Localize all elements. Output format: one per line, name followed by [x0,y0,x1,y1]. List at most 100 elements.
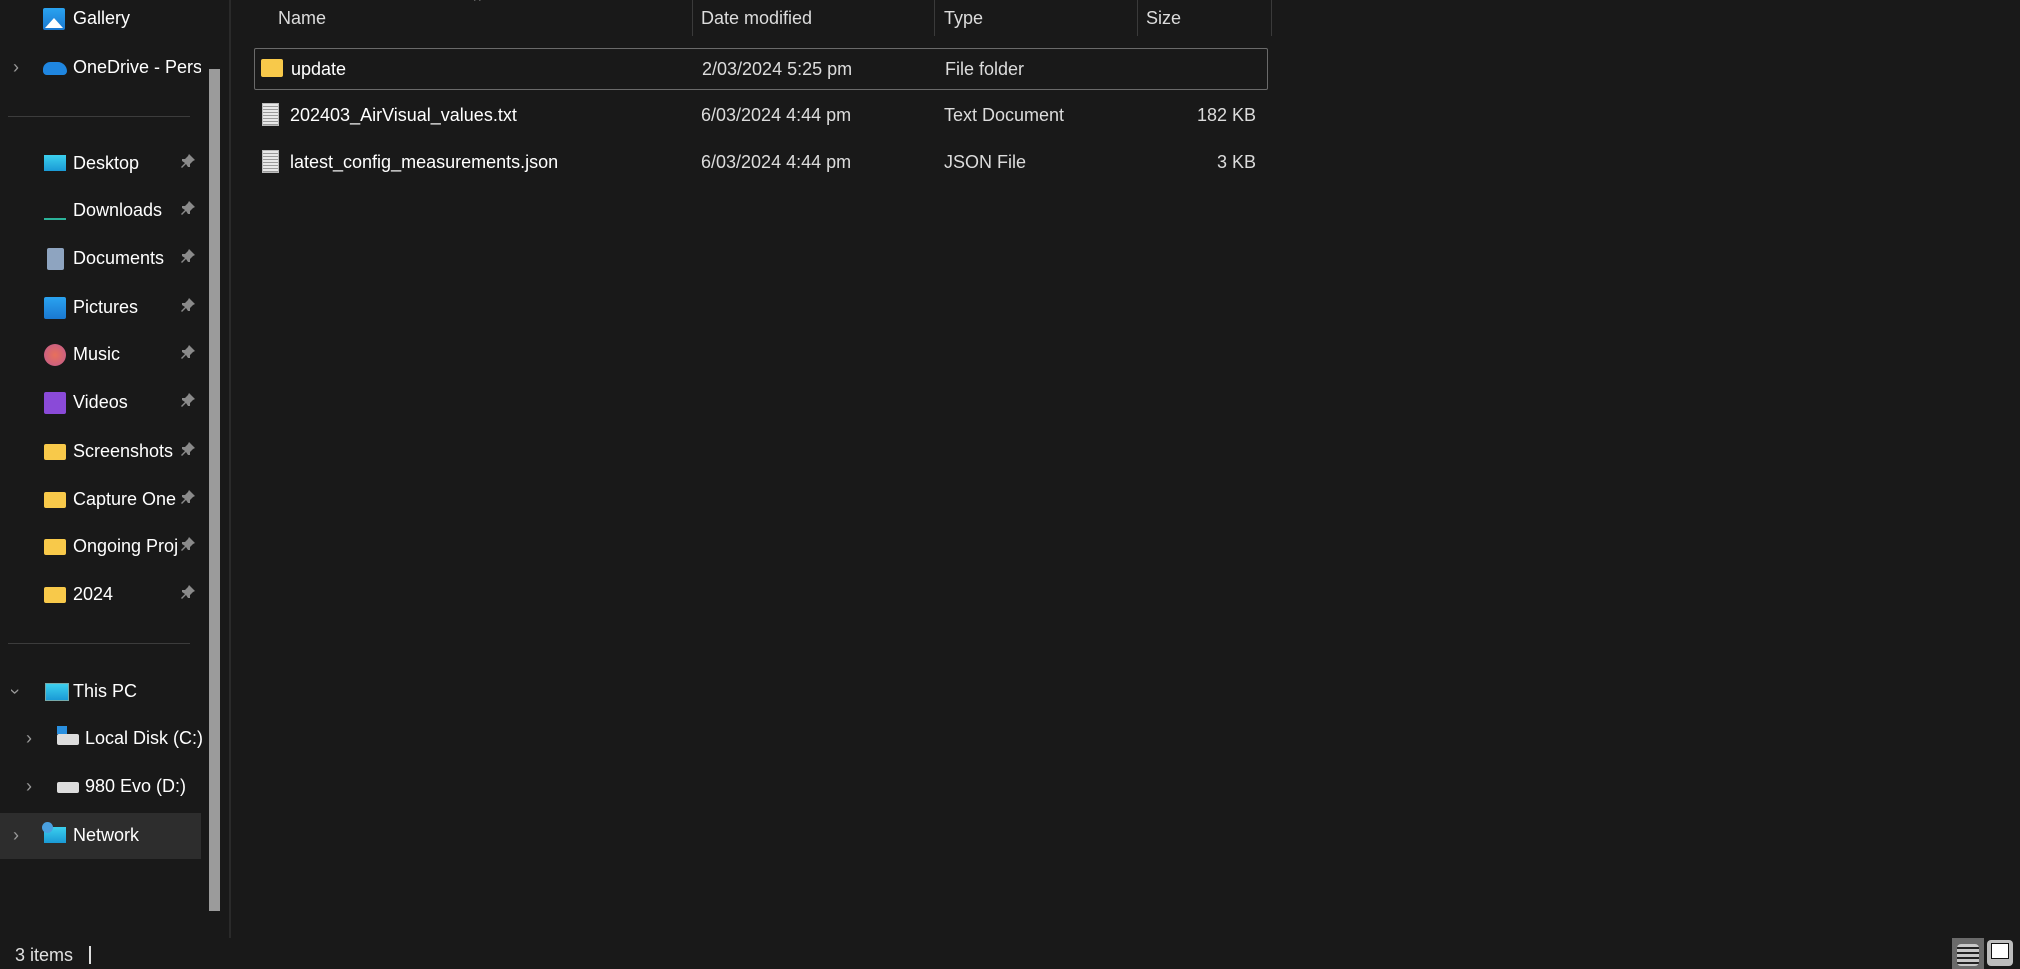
pin-icon[interactable] [180,248,198,266]
column-divider[interactable] [692,0,693,36]
file-type: File folder [945,59,1025,79]
desktop-icon [44,155,66,171]
divider [8,116,190,117]
divider [8,643,190,644]
gallery-icon [43,8,65,30]
nav-label: Downloads [73,200,163,220]
pin-icon[interactable] [180,584,198,602]
nav-label: Screenshots [73,441,174,461]
nav-item-quick-access[interactable]: Pictures [0,285,201,331]
folder-icon [44,444,66,460]
nav-item-gallery[interactable]: Gallery [0,0,201,42]
file-date: 6/03/2024 4:44 pm [701,105,852,125]
folder-icon [44,587,66,603]
file-date: 6/03/2024 4:44 pm [701,152,852,172]
nav-label: 980 Evo (D:) [85,776,187,796]
status-item-count: 3 items [15,945,74,965]
pin-icon[interactable] [180,344,198,362]
nav-item-this-pc[interactable]: › This PC [0,669,201,715]
details-view-button[interactable] [1952,938,1984,969]
column-header-name[interactable]: Name [278,8,326,29]
pin-icon[interactable] [180,489,198,507]
nav-label: Ongoing Projects [73,536,178,556]
nav-item-onedrive[interactable]: › OneDrive - Personal [0,45,201,91]
column-divider[interactable] [1271,0,1272,36]
videos-icon [44,392,66,414]
pin-icon[interactable] [180,297,198,315]
text-file-icon [262,150,279,173]
chevron-right-icon[interactable]: › [13,57,19,78]
file-type: Text Document [944,105,1065,125]
thumbnail-view-icon [1991,943,2009,959]
nav-label: Documents [73,248,165,268]
column-divider[interactable] [934,0,935,36]
file-type: JSON File [944,152,1027,172]
pin-icon[interactable] [180,392,198,410]
file-name: latest_config_measurements.json [290,152,559,172]
pin-icon[interactable] [180,153,198,171]
nav-label: Videos [73,392,128,412]
column-header-type[interactable]: Type [944,8,983,29]
file-date: 2/03/2024 5:25 pm [702,59,853,79]
chevron-down-icon[interactable]: › [5,689,26,695]
network-icon [42,822,66,843]
file-name: 202403_AirVisual_values.txt [290,105,517,125]
nav-label: OneDrive - Personal [73,57,201,77]
file-row[interactable]: latest_config_measurements.json 6/03/202… [254,142,1266,182]
nav-scrollbar-thumb[interactable] [209,69,220,911]
text-file-icon [262,103,279,126]
nav-item-quick-access[interactable]: Documents [0,236,201,282]
file-size: 3 KB [1216,152,1256,172]
nav-label: Local Disk (C:) [85,728,204,748]
file-row[interactable]: update 2/03/2024 5:25 pm File folder [254,48,1268,90]
column-header-size[interactable]: Size [1146,8,1181,29]
nav-label: Capture One [73,489,177,509]
nav-item-quick-access[interactable]: Capture One [0,477,201,523]
pictures-icon [44,297,66,319]
file-row[interactable]: 202403_AirVisual_values.txt 6/03/2024 4:… [254,95,1266,135]
nav-label: Network [73,825,140,845]
large-icons-view-button[interactable] [1987,940,2013,966]
sort-ascending-icon: ^ [474,0,481,8]
chevron-right-icon[interactable]: › [13,825,19,846]
pin-icon[interactable] [180,441,198,459]
nav-item-local-disk-c[interactable]: › Local Disk (C:) [0,716,204,762]
drive-c-icon [57,726,79,745]
folder-icon [44,539,66,555]
nav-label: This PC [73,681,138,701]
nav-item-quick-access[interactable]: Downloads [0,188,201,234]
nav-item-980-evo-d[interactable]: › 980 Evo (D:) [0,764,201,810]
nav-label: Music [73,344,121,364]
nav-item-quick-access[interactable]: 2024 [0,572,201,618]
chevron-right-icon[interactable]: › [26,776,32,797]
column-divider[interactable] [1137,0,1138,36]
navigation-pane: Gallery › OneDrive - Personal Desktop Do… [0,0,229,930]
details-view-icon [1957,944,1979,966]
nav-item-quick-access[interactable]: Ongoing Projects [0,524,201,570]
download-icon [44,200,66,220]
music-icon [44,344,66,366]
documents-icon [47,248,64,270]
folder-icon [44,492,66,508]
folder-icon [261,59,283,77]
nav-item-quick-access[interactable]: Screenshots [0,429,201,475]
file-size: 182 KB [1196,105,1256,125]
pane-divider[interactable] [229,0,231,938]
chevron-right-icon[interactable]: › [26,728,32,749]
nav-item-quick-access[interactable]: Desktop [0,141,201,187]
pin-icon[interactable] [180,200,198,218]
nav-item-network[interactable]: › Network [0,813,201,859]
nav-item-quick-access[interactable]: Videos [0,380,201,426]
nav-label: 2024 [73,584,114,604]
nav-label: Pictures [73,297,139,317]
column-header-date[interactable]: Date modified [701,8,812,29]
drive-d-icon [57,782,79,793]
onedrive-cloud-icon [43,62,67,75]
status-separator [89,946,91,964]
pin-icon[interactable] [180,536,198,554]
nav-label: Desktop [73,153,140,173]
file-name: update [291,59,347,79]
monitor-icon [45,683,69,701]
nav-item-quick-access[interactable]: Music [0,332,201,378]
nav-label: Gallery [73,8,131,28]
